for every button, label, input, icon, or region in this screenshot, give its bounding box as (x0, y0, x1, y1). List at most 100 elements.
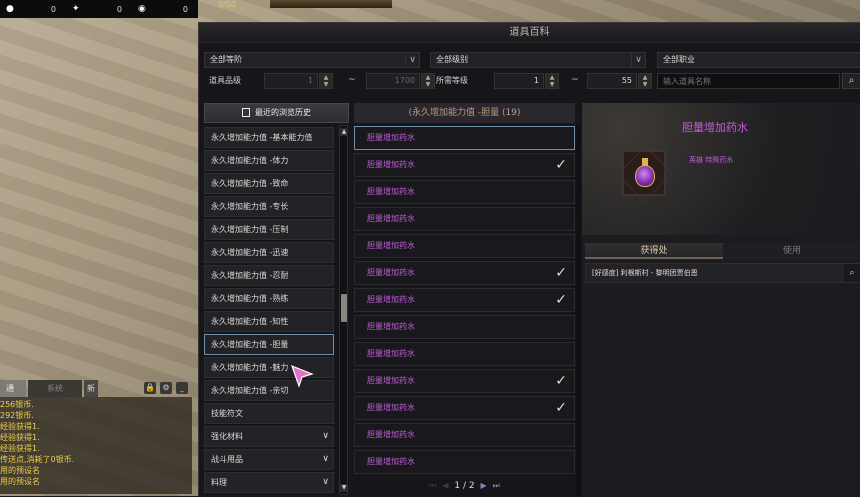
quality-max-stepper[interactable]: ▲ ▼ (421, 73, 435, 89)
item-row[interactable]: 胆量增加药水 (354, 423, 575, 447)
source-row[interactable]: [好感度] 利根斯村 - 黎明团贾伯恩 ⌕ (585, 263, 860, 283)
item-row[interactable]: 胆量增加药水 ✓ (354, 288, 575, 312)
req-level-min-stepper[interactable]: ▲ ▼ (545, 73, 559, 89)
last-page-icon[interactable]: ⏭ (493, 481, 500, 490)
search-icon[interactable]: ⌕ (844, 264, 860, 282)
category-scrollbar[interactable]: ▲ ▼ (339, 125, 348, 495)
req-level-min-input[interactable]: 1 (494, 73, 544, 89)
search-icon[interactable]: ⌕ (842, 73, 860, 89)
chat-line: 用的预设名 (0, 477, 40, 486)
prev-page-icon[interactable]: ◀ (442, 481, 448, 490)
category-item[interactable]: 永久增加能力值 -专长 (204, 196, 334, 217)
category-item[interactable]: 永久增加能力值 -致命 (204, 173, 334, 194)
category-item[interactable]: 永久增加能力值 -压制 (204, 219, 334, 240)
pagination: ⏮ ◀ 1 / 2 ▶ ⏭ (354, 478, 575, 494)
item-search-input[interactable] (657, 73, 840, 89)
gear-icon[interactable]: ⚙ (160, 382, 172, 394)
scroll-up-icon[interactable]: ▲ (340, 128, 348, 136)
item-row-selected[interactable]: 胆量增加药水 (354, 126, 575, 150)
scroll-down-icon[interactable]: ▼ (340, 484, 348, 492)
chat-line: 292银币. (0, 411, 34, 420)
recent-history-button[interactable]: 最近的浏览历史 (204, 103, 349, 123)
quality-min-input[interactable]: 1 (264, 73, 318, 89)
first-page-icon[interactable]: ⏮ (429, 481, 436, 490)
quality-max-input[interactable]: 1700 (366, 73, 420, 89)
req-level-max-stepper[interactable]: ▲ ▼ (638, 73, 652, 89)
item-row[interactable]: 胆量增加药水 (354, 315, 575, 339)
chat-tab-new[interactable]: 新 (84, 379, 98, 397)
item-list-scrollbar[interactable] (576, 123, 581, 497)
item-row[interactable]: 胆量增加药水 ✓ (354, 261, 575, 285)
range-tilde: ~ (571, 75, 579, 85)
quality-min-stepper[interactable]: ▲ ▼ (319, 73, 333, 89)
hud-stat-coins: ● 0 (6, 4, 56, 14)
item-row[interactable]: 胆量增加药水 (354, 450, 575, 474)
category-group-label: 战斗用品 (211, 455, 243, 464)
item-detail-panel: 胆量增加药水 英雄 特殊药水 获得处 使用 [好感度] 利根斯村 - 黎明团贾伯… (582, 103, 860, 497)
chat-tab-system[interactable]: 系统 (28, 379, 82, 397)
quality-label: 道具品级 (209, 76, 241, 85)
category-group-label: 强化材料 (211, 432, 243, 441)
category-group-label: 料理 (211, 478, 227, 487)
item-name: 胆量增加药水 (367, 241, 415, 250)
grade-dropdown[interactable]: 全部级别 ∨ (430, 52, 646, 68)
category-item[interactable]: 永久增加能力值 -魅力 (204, 357, 334, 378)
grade-dropdown-value: 全部级别 (436, 55, 468, 64)
item-row[interactable]: 胆量增加药水 ✓ (354, 369, 575, 393)
item-row[interactable]: 胆量增加药水 ✓ (354, 396, 575, 420)
item-name: 胆量增加药水 (367, 187, 415, 196)
item-name: 胆量增加药水 (367, 376, 415, 385)
category-group[interactable]: 料理 ∨ (204, 472, 334, 493)
lock-icon[interactable]: 🔒 (144, 382, 156, 394)
chat-line: 传送点,消耗了0银币. (0, 455, 75, 464)
category-item[interactable]: 永久增加能力值 -知性 (204, 311, 334, 332)
page-indicator: 1 / 2 (454, 481, 475, 491)
next-page-icon[interactable]: ▶ (480, 481, 486, 490)
item-row[interactable]: 胆量增加药水 (354, 207, 575, 231)
tab-use[interactable]: 使用 (723, 243, 860, 259)
item-row[interactable]: 胆量增加药水 (354, 234, 575, 258)
item-name: 胆量增加药水 (367, 295, 415, 304)
item-name: 胆量增加药水 (367, 133, 415, 142)
item-name: 胆量增加药水 (367, 322, 415, 331)
category-item[interactable]: 永久增加能力值 -体力 (204, 150, 334, 171)
minimize-icon[interactable]: _ (176, 382, 188, 394)
category-item[interactable]: 永久增加能力值 -忍耐 (204, 265, 334, 286)
check-icon: ✓ (555, 157, 567, 173)
category-panel: 最近的浏览历史 永久增加能力值 -基本能力值 永久增加能力值 -体力 永久增加能… (204, 103, 349, 497)
item-name: 胆量增加药水 (367, 160, 415, 169)
item-encyclopedia-window: 道具百科 全部等阶 ∨ 全部级别 ∨ 全部职业 道具品级 1 ▲ ▼ ~ 1700 ▲… (198, 22, 860, 497)
item-detail-hero: 胆量增加药水 英雄 特殊药水 (582, 103, 860, 235)
req-level-max-input[interactable]: 55 (587, 73, 637, 89)
item-name: 胆量增加药水 (367, 457, 415, 466)
chevron-down-icon: ∨ (322, 454, 329, 464)
category-item[interactable]: 永久增加能力值 -熟练 (204, 288, 334, 309)
category-group[interactable]: 强化材料 ∨ (204, 426, 334, 447)
class-dropdown[interactable]: 全部职业 (657, 52, 860, 68)
category-item[interactable]: 永久增加能力值 -迅速 (204, 242, 334, 263)
item-row[interactable]: 胆量增加药水 (354, 180, 575, 204)
category-item[interactable]: 技能符文 (204, 403, 334, 424)
item-detail-name: 胆量增加药水 (682, 121, 748, 134)
chat-tab-general[interactable]: 通 (0, 379, 26, 397)
document-icon (242, 108, 250, 117)
category-item[interactable]: 永久增加能力值 -基本能力值 (204, 127, 334, 148)
chat-line: 用的预设名 (0, 466, 40, 475)
hud-stat-star: ✦ 0 (72, 4, 122, 14)
category-group[interactable]: 战斗用品 ∨ (204, 449, 334, 470)
item-list-panel: (永久增加能力值 -胆量 (19) 胆量增加药水 胆量增加药水 ✓ 胆量增加药水 … (354, 103, 575, 497)
mouse-cursor-icon (290, 364, 314, 388)
star-icon: ✦ (72, 4, 80, 14)
item-row[interactable]: 胆量增加药水 ✓ (354, 153, 575, 177)
check-icon: ✓ (555, 373, 567, 389)
level-dropdown[interactable]: 全部等阶 ∨ (204, 52, 420, 68)
class-dropdown-value: 全部职业 (663, 55, 695, 64)
item-row[interactable]: 胆量增加药水 (354, 342, 575, 366)
tab-source[interactable]: 获得处 (585, 243, 723, 259)
detail-tabs: 获得处 使用 (585, 243, 860, 259)
scroll-thumb[interactable] (341, 294, 347, 322)
category-item-selected[interactable]: 永久增加能力值 -胆量 (204, 334, 334, 355)
hud-banner (270, 0, 392, 8)
category-item[interactable]: 永久增加能力值 -亲切 (204, 380, 334, 401)
chevron-down-icon: ∨ (631, 53, 645, 67)
